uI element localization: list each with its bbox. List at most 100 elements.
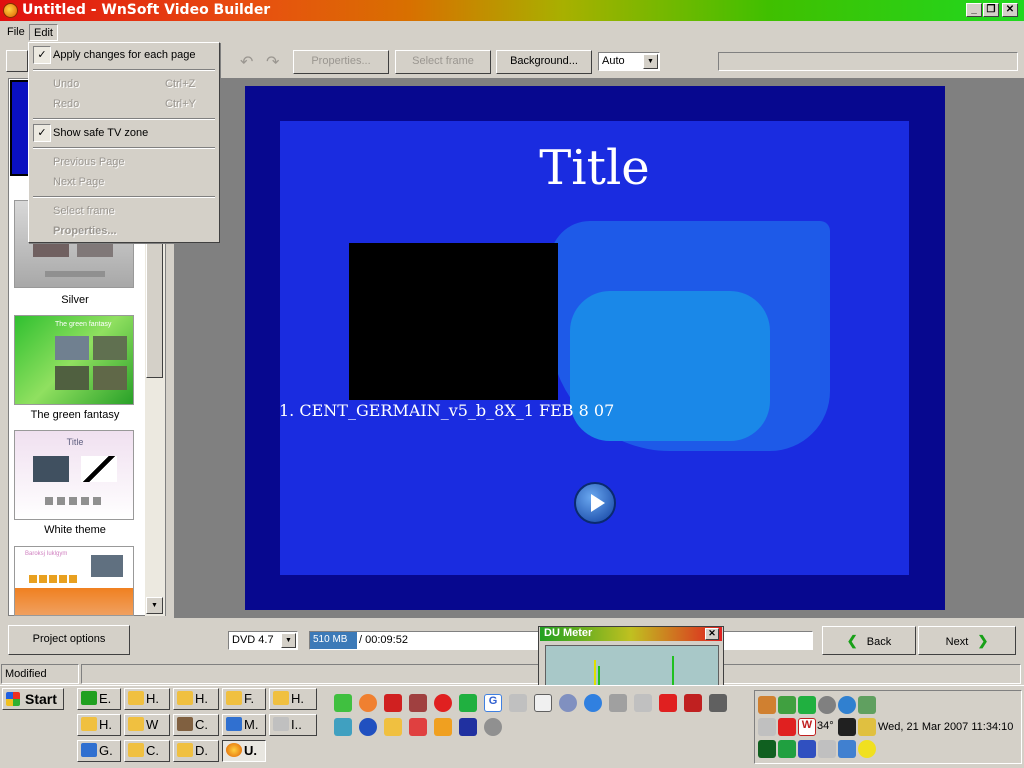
close-button[interactable]: ✕ [1002,3,1018,17]
task-button[interactable]: H. [269,688,317,710]
menu-previous-page[interactable]: Previous Page [53,156,125,168]
task-button[interactable]: M. [222,714,266,736]
task-button[interactable]: W [124,714,170,736]
quicklaunch-icon[interactable] [409,694,427,712]
quicklaunch-icon[interactable] [359,694,377,712]
scroll-down-icon[interactable]: ▼ [146,597,163,614]
tray-icon[interactable] [858,718,876,736]
tray-icon[interactable] [778,740,796,758]
toolbar-button[interactable] [6,50,28,72]
chapter-label[interactable]: 1. CENT_GERMAIN_v5_b_8X_1 FEB 8 07 [279,401,614,420]
tray-icon[interactable] [858,740,876,758]
disc-type-select[interactable]: DVD 4.7 ▼ [228,631,298,650]
auto-select[interactable]: Auto ▼ [598,52,660,71]
background-button[interactable]: Background... [496,50,592,74]
play-icon[interactable] [574,482,616,524]
tray-icon[interactable] [838,740,856,758]
undo-icon[interactable]: ↶ [240,52,253,72]
globe-icon[interactable] [838,696,856,714]
menu-show-safe-tv[interactable]: Show safe TV zone [53,127,148,139]
quicklaunch-icon[interactable] [684,694,702,712]
task-button[interactable]: C. [173,714,219,736]
tray-icon[interactable] [758,740,776,758]
app-icon[interactable] [3,3,18,18]
apple-icon[interactable] [434,694,452,712]
google-icon[interactable]: G [484,694,502,712]
printer-icon[interactable] [509,694,527,712]
disc-type-value: DVD 4.7 [232,634,274,646]
task-button[interactable]: F. [222,688,266,710]
tray-icon[interactable] [758,696,776,714]
task-button-active[interactable]: U. [222,740,266,762]
folder-icon [81,717,97,731]
quicklaunch-icon[interactable] [334,694,352,712]
menu-select-frame[interactable]: Select frame [53,205,115,217]
theme-thumb-white[interactable]: Title [14,430,134,520]
task-button[interactable]: G. [77,740,121,762]
folder-icon [273,691,289,705]
quicklaunch-icon[interactable] [384,694,402,712]
theme-thumb-green-fantasy[interactable]: The green fantasy [14,315,134,405]
page-title[interactable]: Title [280,140,909,196]
clock[interactable]: Wed, 21 Mar 2007 11:34:10 [878,721,1013,733]
home-icon[interactable] [409,718,427,736]
close-icon[interactable]: ✕ [705,628,719,640]
back-button[interactable]: ❮ Back [822,626,916,655]
quicklaunch-icon[interactable] [659,694,677,712]
task-button[interactable]: I.. [269,714,317,736]
task-button[interactable]: H. [77,714,121,736]
quicklaunch-icon[interactable] [359,718,377,736]
menu-apply-changes[interactable]: Apply changes for each page [53,49,196,61]
video-frame[interactable] [349,243,558,400]
redo-icon[interactable]: ↷ [266,52,279,72]
quicklaunch-icon[interactable] [459,694,477,712]
tray-icon[interactable] [778,718,796,736]
project-options-button[interactable]: Project options [8,625,130,655]
quicklaunch-icon[interactable] [484,718,502,736]
menu-next-page[interactable]: Next Page [53,176,104,188]
menu-file[interactable]: File [3,24,29,41]
tray-icon[interactable] [798,740,816,758]
tray-icon[interactable] [858,696,876,714]
next-button[interactable]: Next ❯ [918,626,1016,655]
menu-undo[interactable]: Undo [53,78,79,90]
tray-icon[interactable] [778,696,796,714]
theme-thumb-caption: The green fantasy [55,321,112,328]
minimize-button[interactable]: _ [966,3,982,17]
quicklaunch-icon[interactable] [459,718,477,736]
du-meter-title[interactable]: DU Meter [540,627,722,641]
tray-icon[interactable] [838,718,856,736]
task-button[interactable]: E. [77,688,121,710]
menu-bar [0,22,1024,42]
theme-thumb-orange[interactable]: Baroksj Iuklgym [14,546,134,616]
menu-redo[interactable]: Redo [53,98,79,110]
book-icon[interactable] [709,694,727,712]
quicklaunch-icon[interactable] [434,718,452,736]
search-icon[interactable] [609,694,627,712]
theme-label-silver: Silver [61,294,89,306]
menu-properties[interactable]: Properties... [53,225,117,237]
task-button[interactable]: H. [124,688,170,710]
tray-icon[interactable] [758,718,776,736]
task-button[interactable]: C. [124,740,170,762]
chevron-down-icon[interactable]: ▼ [281,633,296,648]
status-text: Modified [1,664,79,684]
quicklaunch-icon[interactable] [634,694,652,712]
task-button[interactable]: H. [173,688,219,710]
quicklaunch-icon[interactable] [334,718,352,736]
tray-icon[interactable] [798,696,816,714]
tray-icon[interactable]: W [798,718,816,736]
properties-button[interactable]: Properties... [293,50,389,74]
restore-button[interactable]: ❐ [983,3,999,17]
select-frame-button[interactable]: Select frame [395,50,491,74]
tray-icon[interactable] [818,740,836,758]
chevron-down-icon[interactable]: ▼ [643,54,658,69]
quicklaunch-icon[interactable] [534,694,552,712]
task-button[interactable]: D. [173,740,219,762]
scroll-thumb[interactable] [146,228,163,378]
folder-icon[interactable] [384,718,402,736]
ie-icon[interactable] [584,694,602,712]
link-icon[interactable] [559,694,577,712]
tray-icon[interactable] [818,696,836,714]
menu-edit[interactable]: Edit [29,24,58,41]
